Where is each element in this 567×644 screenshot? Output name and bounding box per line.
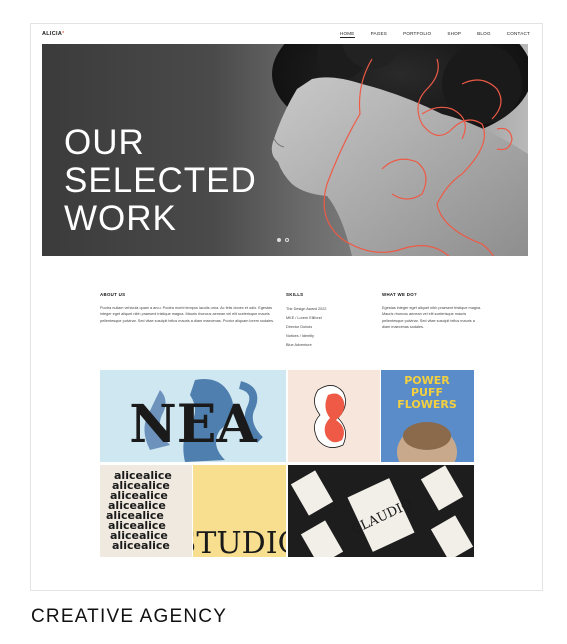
portfolio-tile-cards[interactable]: CLAUDIO bbox=[288, 465, 474, 557]
about-text: Pootra nullam vehicula quam a arcu. Poot… bbox=[100, 305, 275, 323]
skill-item: Notices / Identity bbox=[286, 333, 315, 338]
svg-text:STUDIO: STUDIO bbox=[193, 526, 286, 557]
about-heading: ABOUT US bbox=[100, 292, 126, 297]
nea-artwork: NEA bbox=[129, 379, 263, 462]
nav-contact[interactable]: CONTACT bbox=[507, 31, 530, 36]
svg-text:NEA: NEA bbox=[129, 394, 257, 455]
portfolio-tile-nea[interactable]: NEA bbox=[100, 370, 286, 462]
portfolio-tile-studio[interactable]: STUDIO bbox=[193, 465, 286, 557]
abstract-artwork bbox=[314, 385, 346, 448]
what-we-do-column: WHAT WE DO? Egestas integer eget aliquet… bbox=[382, 292, 482, 331]
poster-artwork: POWER PUFF FLOWERS bbox=[397, 374, 457, 462]
skills-column: SKILLS The Design Award 2022 MKE / Lorem… bbox=[286, 292, 366, 350]
svg-text:alicealice: alicealice bbox=[112, 539, 170, 552]
nav-home[interactable]: HOME bbox=[339, 31, 355, 38]
main-nav: HOME PAGES PORTFOLIO SHOP BLOG CONTACT bbox=[324, 31, 530, 38]
slider-dot-1[interactable] bbox=[277, 238, 281, 242]
site-logo[interactable]: ALICIA° bbox=[42, 31, 65, 37]
what-heading: WHAT WE DO? bbox=[382, 292, 417, 297]
nav-portfolio[interactable]: PORTFOLIO bbox=[403, 31, 431, 36]
skill-item: The Design Award 2022 bbox=[286, 306, 327, 311]
slider-pagination bbox=[277, 238, 289, 242]
portfolio-tile-abstract[interactable] bbox=[288, 370, 380, 462]
cards-artwork: CLAUDIO bbox=[290, 465, 474, 557]
about-column: ABOUT US Pootra nullam vehicula quam a a… bbox=[100, 292, 280, 324]
skill-item: Director Dubois bbox=[286, 324, 313, 329]
nav-pages[interactable]: PAGES bbox=[371, 31, 388, 36]
website-preview-frame: ALICIA° HOME PAGES PORTFOLIO SHOP BLOG C… bbox=[30, 23, 543, 591]
studio-artwork: STUDIO bbox=[193, 526, 286, 557]
portfolio-tile-typography[interactable]: alicealice alicealice alicealice aliceal… bbox=[100, 465, 192, 557]
what-text: Egestas integer eget aliquet nibh praese… bbox=[382, 305, 482, 330]
portfolio-tile-poster[interactable]: POWER PUFF FLOWERS bbox=[381, 370, 474, 462]
site-header: ALICIA° HOME PAGES PORTFOLIO SHOP BLOG C… bbox=[31, 24, 542, 44]
hero-title: OUR SELECTED WORK bbox=[64, 123, 257, 238]
skills-heading: SKILLS bbox=[286, 292, 304, 297]
svg-text:FLOWERS: FLOWERS bbox=[397, 398, 457, 411]
nav-shop[interactable]: SHOP bbox=[447, 31, 461, 36]
caption-title: CREATIVE AGENCY bbox=[31, 606, 228, 627]
skill-item: Blue Adventure bbox=[286, 342, 312, 347]
slider-dot-2[interactable] bbox=[285, 238, 289, 242]
typography-artwork: alicealice alicealice alicealice aliceal… bbox=[106, 469, 172, 552]
hero-slider: OUR SELECTED WORK bbox=[42, 44, 528, 256]
skill-item: MKE / Lorem Ellifond bbox=[286, 315, 322, 320]
nav-blog[interactable]: BLOG bbox=[477, 31, 491, 36]
